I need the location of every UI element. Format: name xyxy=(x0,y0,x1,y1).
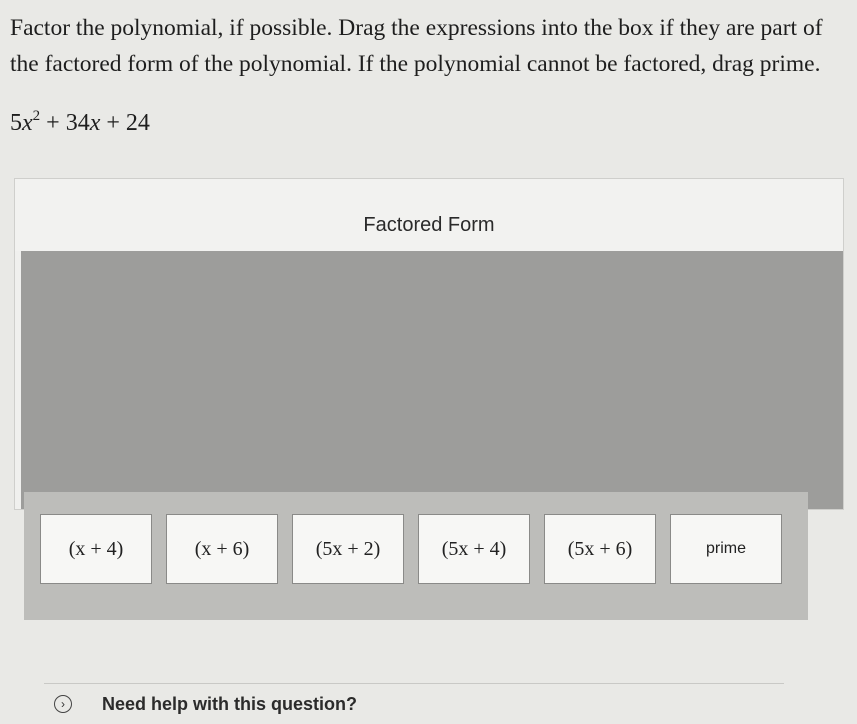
chevron-right-icon: › xyxy=(54,695,72,713)
poly-var: x xyxy=(22,110,33,136)
poly-coef: 5 xyxy=(10,110,22,136)
factored-form-header: Factored Form xyxy=(15,179,843,251)
tile-5x-plus-2[interactable]: (5x + 2) xyxy=(292,514,404,584)
poly-var-b: x xyxy=(89,110,101,136)
tile-list: (x + 4) (x + 6) (5x + 2) (5x + 4) (5x + … xyxy=(40,514,782,584)
tile-tray: (x + 4) (x + 6) (5x + 2) (5x + 4) (5x + … xyxy=(24,492,808,620)
tile-x-plus-6[interactable]: (x + 6) xyxy=(166,514,278,584)
tile-5x-plus-4[interactable]: (5x + 4) xyxy=(418,514,530,584)
tile-5x-plus-6[interactable]: (5x + 6) xyxy=(544,514,656,584)
tile-prime[interactable]: prime xyxy=(670,514,782,584)
polynomial-expression: 5x2 + 34x + 24 xyxy=(10,108,150,137)
help-label: Need help with this question? xyxy=(102,693,358,714)
tile-x-plus-4[interactable]: (x + 4) xyxy=(40,514,152,584)
poly-term-a: + 34 xyxy=(40,110,90,136)
factored-form-drop-zone[interactable] xyxy=(21,251,843,509)
question-instructions: Factor the polynomial, if possible. Drag… xyxy=(10,15,823,77)
help-toggle[interactable]: › Need help with this question? xyxy=(44,683,784,724)
factored-form-panel: Factored Form xyxy=(14,178,844,510)
poly-term-b: + 24 xyxy=(100,110,150,136)
